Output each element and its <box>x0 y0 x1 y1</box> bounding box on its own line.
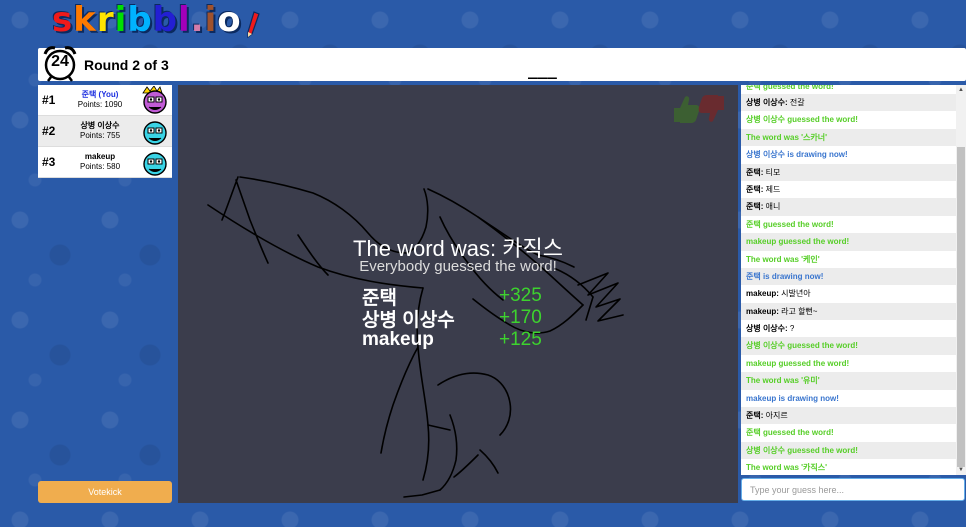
votekick-button[interactable]: Votekick <box>38 481 172 503</box>
chat-text: 라고 할뻔~ <box>778 306 818 316</box>
system-message-guessed: makeup guessed the word! <box>741 233 966 251</box>
logo-letter: k <box>73 0 97 40</box>
logo-letter: b <box>152 0 178 40</box>
score-points: +325 <box>499 285 542 306</box>
player-avatar-icon <box>143 121 167 145</box>
chat-message: 준택: 아지르 <box>741 407 966 425</box>
chat-scrollbar[interactable]: ▲ ▼ <box>956 85 966 475</box>
score-row: makeup +125 <box>362 329 542 351</box>
drawing-canvas[interactable]: The word was: 카직스 Everybody guessed the … <box>178 85 738 503</box>
logo-letter: o <box>217 0 242 40</box>
logo-letter: r <box>96 0 115 40</box>
system-message-guessed: The word was '케인' <box>746 254 820 264</box>
chat-message: makeup: 시발년아 <box>741 285 966 302</box>
scrollbar-thumb[interactable] <box>957 147 965 467</box>
score-player-name: makeup <box>362 329 434 350</box>
system-message-guessed: 상병 이상수 guessed the word! <box>746 115 858 125</box>
chat-message: 준택: 제드 <box>741 181 966 198</box>
system-message-drawing: 상병 이상수 is drawing now! <box>746 150 848 160</box>
system-message-guessed: makeup guessed the word! <box>746 358 850 368</box>
player-info: 상병 이상수 Points: 755 <box>64 121 136 141</box>
round-indicator: Round 2 of 3 <box>84 57 169 73</box>
score-player-name: 상병 이상수 <box>362 309 455 331</box>
logo-letter: i <box>204 0 218 40</box>
pencil-icon <box>246 11 260 39</box>
chat-text: ? <box>787 324 795 334</box>
guess-input[interactable] <box>741 478 965 501</box>
player-points: Points: 755 <box>79 131 121 140</box>
skribbl-logo: skribbl.io <box>52 0 260 40</box>
player-name: 준택 (You) <box>81 90 119 99</box>
chat-sender: 준택: <box>746 202 764 212</box>
scroll-up-icon[interactable]: ▲ <box>958 87 964 93</box>
word-hint: ___ <box>528 60 557 79</box>
chat-sender: makeup: <box>746 289 779 299</box>
score-row: 상병 이상수 +170 <box>362 307 542 331</box>
player-info: 준택 (You) Points: 1090 <box>64 90 136 110</box>
system-message-drawing: 준택 is drawing now! <box>741 267 966 286</box>
round-scores: 준택 +325 상병 이상수 +170 makeup +125 <box>362 285 542 351</box>
system-message-guessed: 준택 guessed the word! <box>746 85 834 91</box>
player-row[interactable]: #1 준택 (You) Points: 1090 <box>38 85 172 116</box>
logo-letter: . <box>190 0 205 40</box>
system-message-guessed: The word was '스카너' <box>741 128 966 147</box>
player-points: Points: 580 <box>79 162 121 171</box>
score-points: +125 <box>499 329 542 350</box>
player-points: Points: 1090 <box>77 100 123 109</box>
chat-message: 준택: 티모 <box>741 163 966 181</box>
system-message-drawing: makeup is drawing now! <box>746 393 839 403</box>
chat-sender: makeup: <box>746 306 779 316</box>
chat-text: 티모 <box>763 167 781 177</box>
chat-message: 상병 이상수: ? <box>741 320 966 337</box>
system-message-guessed: 상병 이상수 guessed the word! <box>741 441 966 460</box>
score-points: +170 <box>499 307 542 328</box>
player-name: makeup <box>84 152 116 161</box>
player-row[interactable]: #2 상병 이상수 Points: 755 <box>38 116 172 147</box>
chat-message: 준택: 애니 <box>741 198 966 216</box>
round-timer: 24 <box>51 53 69 70</box>
player-avatar-icon <box>142 86 167 114</box>
logo-letter: l <box>178 0 191 40</box>
player-info: makeup Points: 580 <box>64 152 136 172</box>
system-message-guessed: The word was '카직스' <box>746 463 828 473</box>
system-message-guessed: 상병 이상수 guessed the word! <box>741 337 966 355</box>
player-rank: #1 <box>42 93 56 107</box>
chat-messages: 준택 guessed the word! 상병 이상수: 전갈상병 이상수 gue… <box>741 85 966 475</box>
logo-letter: i <box>114 0 128 40</box>
player-avatar-icon <box>143 152 167 176</box>
chat-text: 시발년아 <box>778 289 811 299</box>
player-rank: #2 <box>42 124 56 138</box>
logo-letter: b <box>127 0 153 40</box>
chat-sender: 준택: <box>746 184 764 194</box>
chat-sender: 상병 이상수: <box>746 324 788 334</box>
system-message-guessed: 준택 guessed the word! <box>746 428 834 438</box>
game-header: 24 Round 2 of 3 ___ <box>38 46 966 82</box>
logo-letter: s <box>52 0 74 40</box>
scroll-down-icon[interactable]: ▼ <box>958 467 964 473</box>
chat-text: 전갈 <box>787 98 805 107</box>
chat-text: 제드 <box>763 184 781 194</box>
chat-sender: 준택: <box>746 411 764 421</box>
round-end-overlay: The word was: 카직스 Everybody guessed the … <box>178 85 738 503</box>
chat-text: 아지르 <box>763 411 788 421</box>
chat-log[interactable]: 준택 guessed the word! 상병 이상수: 전갈상병 이상수 gue… <box>741 85 966 475</box>
chat-message: makeup: 라고 할뻔~ <box>741 302 966 321</box>
system-message-guessed: The word was '유미' <box>741 372 966 390</box>
chat-sender: 상병 이상수: <box>746 98 788 107</box>
player-row[interactable]: #3 makeup Points: 580 <box>38 147 172 178</box>
player-list: #1 준택 (You) Points: 1090 #2 상병 이상수 Points: 75… <box>38 85 172 178</box>
chat-text: 애니 <box>763 202 781 212</box>
chat-sender: 준택: <box>746 167 764 177</box>
player-rank: #3 <box>42 155 56 169</box>
round-result-text: Everybody guessed the word! <box>359 258 557 275</box>
player-name: 상병 이상수 <box>80 121 120 130</box>
system-message-guessed: 준택 guessed the word! <box>746 219 834 229</box>
chat-message: 상병 이상수: 전갈 <box>741 94 966 112</box>
